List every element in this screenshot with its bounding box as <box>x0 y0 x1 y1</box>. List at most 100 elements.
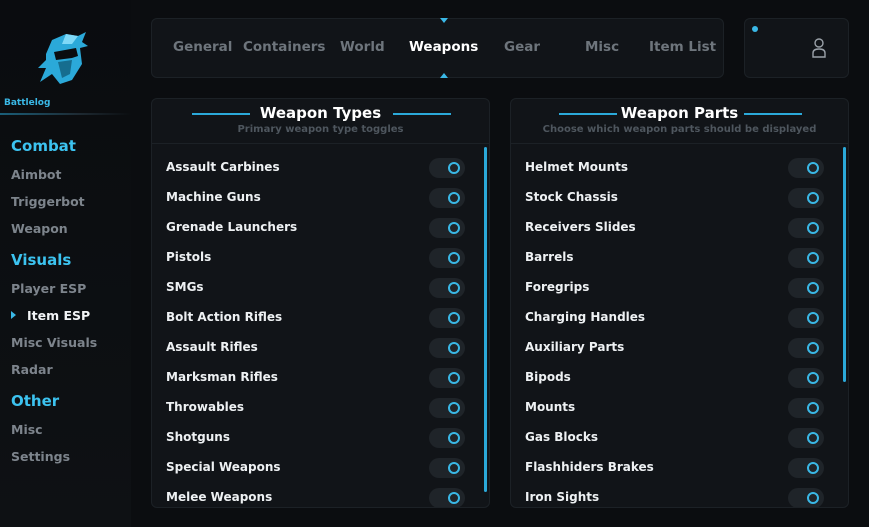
tab-misc[interactable]: Misc <box>585 39 619 55</box>
toggle-knob <box>448 222 460 234</box>
toggle-switch[interactable] <box>429 158 465 178</box>
toggle-switch[interactable] <box>429 278 465 298</box>
toggle-switch[interactable] <box>788 488 824 507</box>
toggle-knob <box>807 492 819 504</box>
sidebar-item-radar[interactable]: Radar <box>11 362 53 377</box>
tab-general[interactable]: General <box>173 39 232 55</box>
toggle-switch[interactable] <box>429 308 465 328</box>
toggle-switch[interactable] <box>429 368 465 388</box>
toggle-knob <box>448 372 460 384</box>
toggle-row: Pistols <box>166 248 466 268</box>
toggle-row: Bipods <box>525 368 825 388</box>
knight-helmet-icon <box>38 32 88 84</box>
weapon-parts-panel: Weapon Parts Choose which weapon parts s… <box>510 98 849 508</box>
toggle-row: Iron Sights <box>525 488 825 507</box>
toggle-switch[interactable] <box>788 218 824 238</box>
toggle-knob <box>807 342 819 354</box>
toggle-knob <box>807 282 819 294</box>
sidebar-item-settings[interactable]: Settings <box>11 449 70 464</box>
toggle-knob <box>807 432 819 444</box>
tab-bar: General Containers World Weapons Gear Mi… <box>151 18 724 78</box>
toggle-switch[interactable] <box>788 458 824 478</box>
toggle-row: Charging Handles <box>525 308 825 328</box>
tab-item-list[interactable]: Item List <box>649 39 716 55</box>
toggle-knob <box>448 312 460 324</box>
active-tab-marker-top <box>440 18 448 23</box>
brand-divider <box>0 113 131 115</box>
toggle-switch[interactable] <box>788 368 824 388</box>
toggle-label: Helmet Mounts <box>525 160 629 174</box>
toggle-switch[interactable] <box>788 188 824 208</box>
toggle-label: Iron Sights <box>525 490 600 504</box>
user-box <box>744 18 849 78</box>
status-dot <box>752 26 758 32</box>
panel-divider <box>511 143 848 144</box>
toggle-switch[interactable] <box>429 248 465 268</box>
toggle-knob <box>448 192 460 204</box>
toggle-switch[interactable] <box>429 218 465 238</box>
toggle-switch[interactable] <box>788 428 824 448</box>
sidebar-section-other: Other <box>11 392 60 410</box>
tab-containers[interactable]: Containers <box>243 39 325 55</box>
toggle-label: Grenade Launchers <box>166 220 298 234</box>
toggle-label: Special Weapons <box>166 460 281 474</box>
sidebar-section-visuals: Visuals <box>11 251 72 269</box>
toggle-knob <box>807 372 819 384</box>
toggle-switch[interactable] <box>429 428 465 448</box>
tab-weapons[interactable]: Weapons <box>409 39 478 55</box>
toggle-switch[interactable] <box>429 488 465 507</box>
user-icon[interactable] <box>811 37 827 59</box>
toggle-switch[interactable] <box>429 458 465 478</box>
toggle-label: Stock Chassis <box>525 190 618 204</box>
toggle-knob <box>448 162 460 174</box>
scrollbar[interactable] <box>484 147 487 492</box>
toggle-switch[interactable] <box>788 338 824 358</box>
sidebar-item-misc[interactable]: Misc <box>11 422 43 437</box>
toggle-switch[interactable] <box>429 338 465 358</box>
sidebar-item-item-esp[interactable]: Item ESP <box>27 308 90 323</box>
toggle-row: Shotguns <box>166 428 466 448</box>
toggle-row: Bolt Action Rifles <box>166 308 466 328</box>
sidebar-item-triggerbot[interactable]: Triggerbot <box>11 194 85 209</box>
toggle-switch[interactable] <box>788 398 824 418</box>
scrollbar[interactable] <box>843 147 846 382</box>
title-line-right <box>744 113 802 115</box>
toggle-switch[interactable] <box>788 248 824 268</box>
sidebar-item-misc-visuals[interactable]: Misc Visuals <box>11 335 97 350</box>
toggle-row: Melee Weapons <box>166 488 466 507</box>
toggle-knob <box>448 462 460 474</box>
active-indicator-icon <box>11 311 16 319</box>
weapon-types-panel: Weapon Types Primary weapon type toggles… <box>151 98 490 508</box>
sidebar-item-weapon[interactable]: Weapon <box>11 221 68 236</box>
active-tab-marker-bottom <box>440 73 448 78</box>
toggle-row: Stock Chassis <box>525 188 825 208</box>
toggle-label: Gas Blocks <box>525 430 599 444</box>
toggle-knob <box>448 402 460 414</box>
toggle-switch[interactable] <box>429 398 465 418</box>
sidebar-item-aimbot[interactable]: Aimbot <box>11 167 62 182</box>
tab-world[interactable]: World <box>340 39 385 55</box>
toggle-row: Machine Guns <box>166 188 466 208</box>
toggle-knob <box>448 342 460 354</box>
toggle-row: Gas Blocks <box>525 428 825 448</box>
brand-name: Battlelog <box>4 98 51 108</box>
toggle-knob <box>807 312 819 324</box>
toggle-label: Shotguns <box>166 430 230 444</box>
toggle-row: Foregrips <box>525 278 825 298</box>
title-line-right <box>393 113 451 115</box>
toggle-label: Bolt Action Rifles <box>166 310 283 324</box>
toggle-switch[interactable] <box>788 278 824 298</box>
toggle-label: Charging Handles <box>525 310 646 324</box>
toggle-switch[interactable] <box>788 158 824 178</box>
toggle-switch[interactable] <box>429 188 465 208</box>
panel-divider <box>152 143 489 144</box>
toggle-switch[interactable] <box>788 308 824 328</box>
toggle-knob <box>807 162 819 174</box>
sidebar-section-combat: Combat <box>11 137 76 155</box>
toggle-row: Assault Carbines <box>166 158 466 178</box>
toggle-row: Assault Rifles <box>166 338 466 358</box>
toggle-label: Barrels <box>525 250 574 264</box>
toggle-label: Mounts <box>525 400 576 414</box>
tab-gear[interactable]: Gear <box>504 39 540 55</box>
sidebar-item-player-esp[interactable]: Player ESP <box>11 281 86 296</box>
